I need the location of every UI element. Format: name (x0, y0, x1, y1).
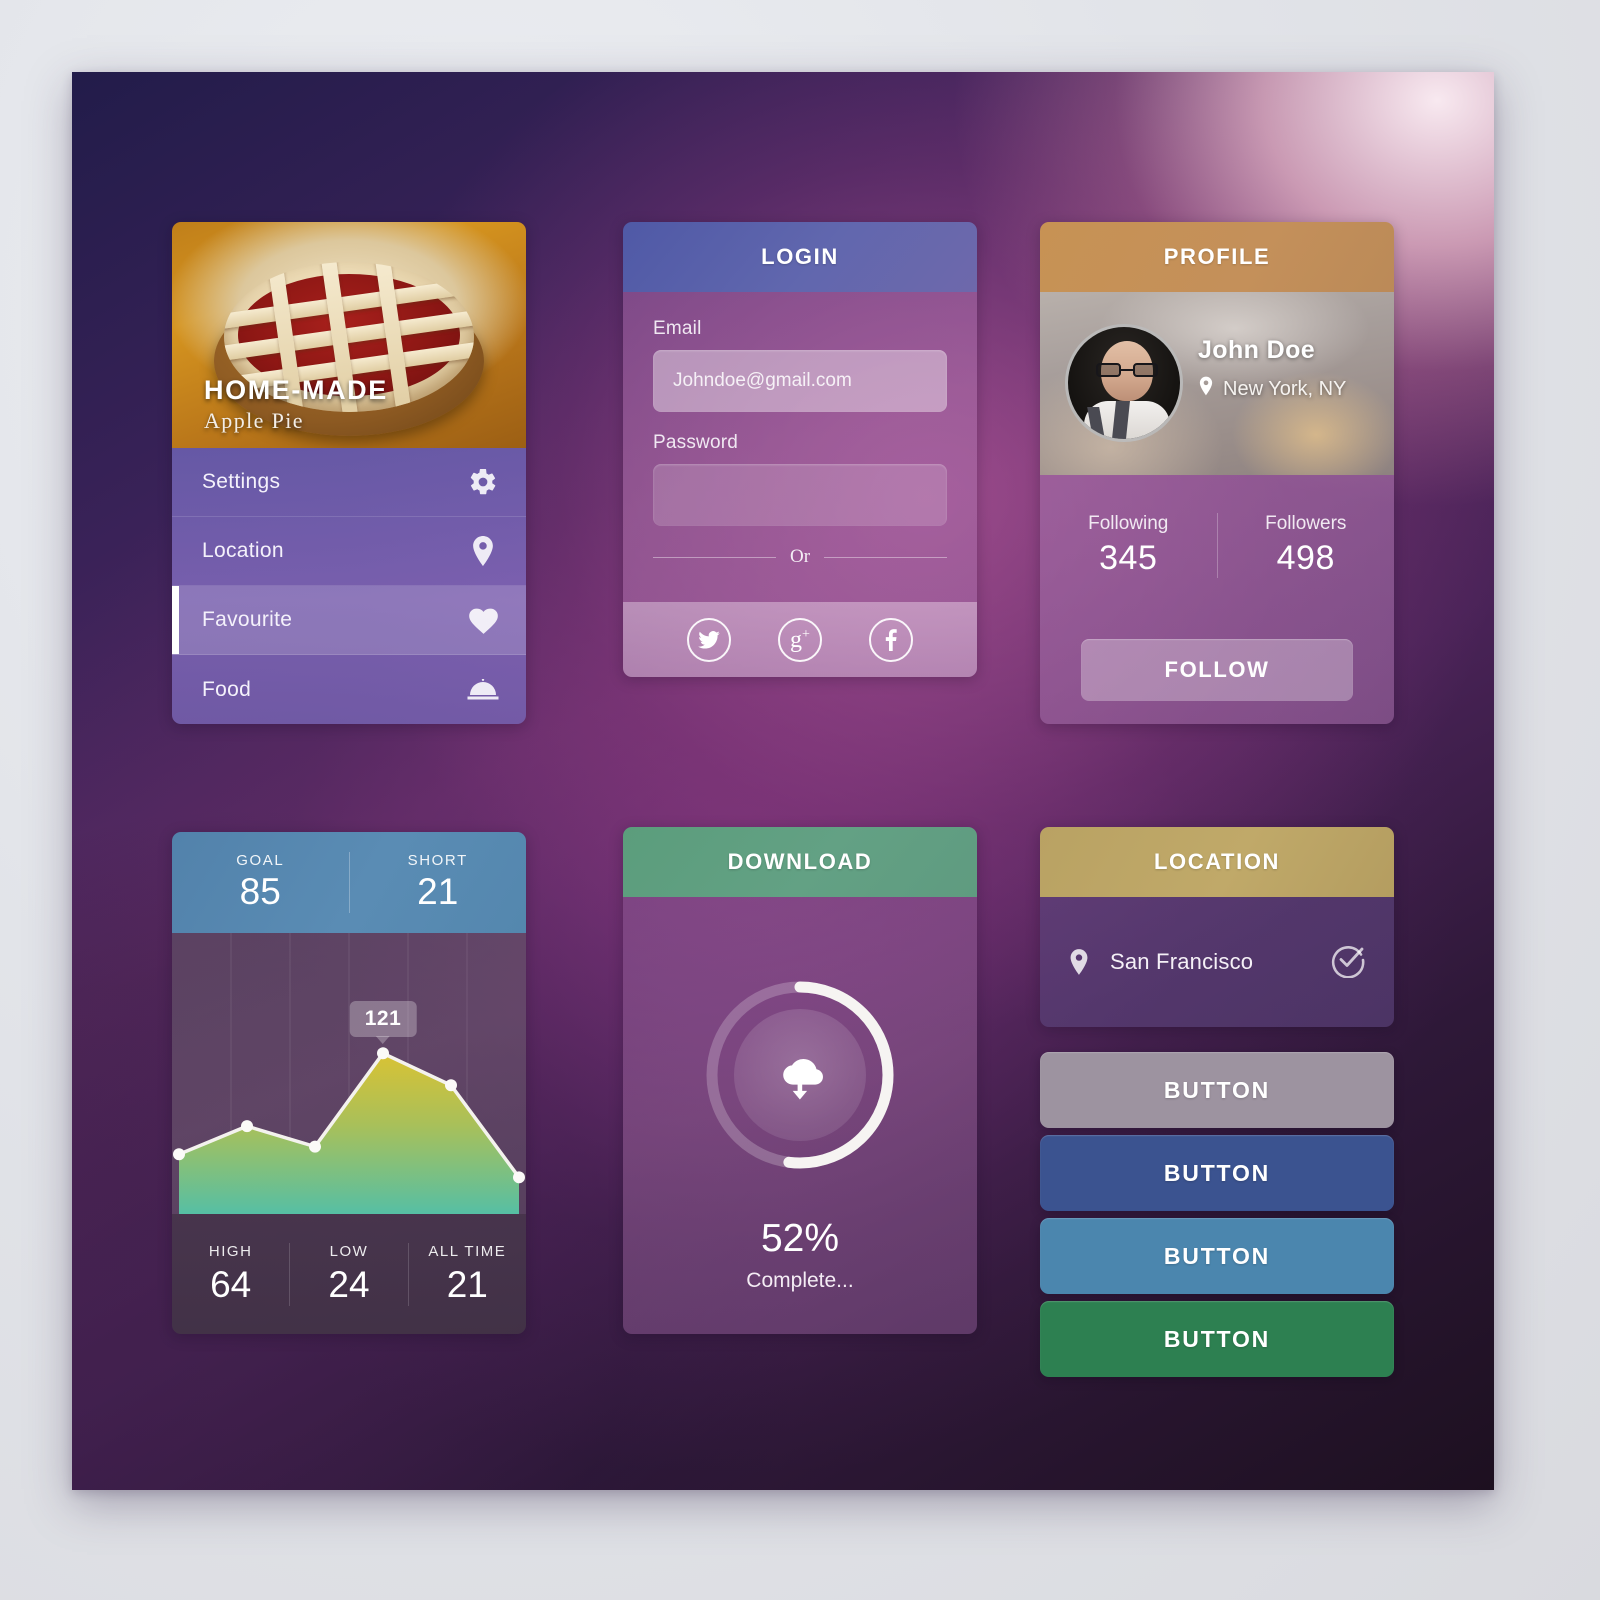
chart-point (241, 1120, 253, 1133)
stat-value: 64 (210, 1263, 252, 1305)
stat-value: 345 (1099, 539, 1158, 577)
action-button-4[interactable]: BUTTON (1040, 1301, 1394, 1377)
stat-value: 21 (417, 871, 459, 912)
stats-footer: HIGH 64 LOW 24 ALL TIME 21 (172, 1214, 526, 1334)
action-button-3[interactable]: BUTTON (1040, 1218, 1394, 1294)
stat-label: LOW (329, 1242, 369, 1260)
login-card: LOGIN Email Johndoe@gmail.com Password O… (623, 222, 977, 677)
menu-list: Settings Location Favourite Food (172, 448, 526, 724)
profile-card: PROFILE John Doe New York, NY Following … (1040, 222, 1394, 724)
follow-button[interactable]: FOLLOW (1081, 639, 1353, 701)
download-progress-ring (700, 975, 900, 1175)
email-label: Email (653, 318, 702, 339)
stat-label: ALL TIME (428, 1242, 507, 1260)
profile-card-title: PROFILE (1040, 222, 1394, 292)
profile-stats: Following 345 Followers 498 (1040, 475, 1394, 616)
or-divider: Or (653, 546, 947, 568)
chart-point (377, 1047, 389, 1060)
menu-item-label: Favourite (202, 608, 293, 631)
chart-point (309, 1140, 321, 1153)
stat-value: 24 (328, 1263, 370, 1305)
divider-label: Or (789, 546, 811, 567)
login-card-title: LOGIN (623, 222, 977, 292)
page-root: HOME-MADE Apple Pie Settings Location Fa… (0, 0, 1600, 1600)
password-field[interactable] (653, 464, 947, 526)
stat-label: Followers (1265, 513, 1347, 534)
action-button-2[interactable]: BUTTON (1040, 1135, 1394, 1211)
stat-value: 498 (1276, 539, 1335, 577)
stat-all-time: ALL TIME 21 (407, 1242, 526, 1306)
chart-tooltip: 121 (349, 1001, 417, 1045)
heart-icon (466, 603, 500, 637)
circle-check-icon[interactable] (1330, 942, 1366, 983)
location-card-title: LOCATION (1040, 827, 1394, 897)
food-cloche-icon (466, 673, 500, 707)
location-card: LOCATION San Francisco (1040, 827, 1394, 1027)
avatar (1065, 324, 1183, 442)
menu-item-label: Settings (202, 470, 281, 493)
menu-hero-subtitle: Apple Pie (204, 408, 304, 433)
stat-high: HIGH 64 (172, 1243, 289, 1306)
stat-goal: GOAL 85 (172, 852, 349, 913)
facebook-icon[interactable] (869, 617, 914, 662)
stat-short: SHORT 21 (348, 852, 527, 913)
gear-icon (466, 465, 500, 499)
chart-point (173, 1148, 185, 1161)
download-card: DOWNLOAD 52% Complete... (623, 827, 977, 1334)
chart-svg (173, 933, 525, 1214)
follow-button-wrap: FOLLOW (1040, 616, 1394, 724)
stat-label: SHORT (407, 852, 468, 869)
menu-item-label: Location (202, 539, 284, 562)
stat-low: LOW 24 (289, 1242, 407, 1306)
location-city-label: San Francisco (1110, 949, 1254, 974)
map-pin-icon (1198, 376, 1214, 402)
password-label: Password (653, 432, 739, 453)
menu-hero-text: HOME-MADE Apple Pie (204, 375, 388, 434)
stat-value: 21 (446, 1263, 488, 1305)
cloud-download-icon[interactable] (734, 1009, 866, 1141)
email-placeholder: Johndoe@gmail.com (673, 370, 852, 391)
profile-name: John Doe (1198, 336, 1316, 364)
menu-hero-title: HOME-MADE (204, 375, 388, 405)
login-form: Email Johndoe@gmail.com Password Or (623, 292, 977, 602)
menu-item-favourite[interactable]: Favourite (172, 586, 526, 655)
chart-point (445, 1079, 457, 1092)
stats-header: GOAL 85 SHORT 21 (172, 832, 526, 933)
area-chart: 121 (172, 933, 526, 1214)
stat-following: Following 345 (1040, 513, 1217, 578)
menu-item-label: Food (202, 677, 252, 701)
map-pin-icon (466, 534, 500, 568)
location-row[interactable]: San Francisco (1040, 897, 1394, 1027)
stats-chart-card: GOAL 85 SHORT 21 121 HIGH 64 LOW 24 ALL … (172, 832, 526, 1334)
profile-location-label: New York, NY (1223, 377, 1347, 400)
chart-point (513, 1171, 525, 1184)
map-pin-icon (1068, 948, 1098, 976)
menu-item-settings[interactable]: Settings (172, 448, 526, 517)
divider-rule-left (653, 556, 776, 558)
download-percent: 52% (760, 1217, 840, 1260)
twitter-icon[interactable] (686, 617, 731, 662)
ui-kit-canvas: HOME-MADE Apple Pie Settings Location Fa… (72, 72, 1494, 1490)
profile-location: New York, NY (1198, 376, 1346, 402)
email-field[interactable]: Johndoe@gmail.com (653, 350, 947, 412)
stat-value: 85 (239, 871, 281, 912)
menu-card: HOME-MADE Apple Pie Settings Location Fa… (172, 222, 526, 724)
menu-item-location[interactable]: Location (172, 517, 526, 586)
stat-label: GOAL (236, 852, 285, 869)
divider-rule-right (824, 556, 947, 558)
googleplus-icon[interactable]: g+ (777, 617, 822, 662)
stat-followers: Followers 498 (1216, 513, 1395, 578)
action-button-1[interactable]: BUTTON (1040, 1052, 1394, 1128)
menu-item-food[interactable]: Food (172, 655, 526, 724)
menu-hero-image: HOME-MADE Apple Pie (172, 222, 526, 448)
social-login-bar: g+ (623, 602, 977, 677)
download-body: 52% Complete... (623, 897, 977, 1334)
download-card-title: DOWNLOAD (623, 827, 977, 897)
stat-label: Following (1088, 513, 1169, 534)
stat-label: HIGH (208, 1242, 253, 1260)
download-status: Complete... (746, 1269, 854, 1292)
profile-cover-image: John Doe New York, NY (1040, 292, 1394, 475)
